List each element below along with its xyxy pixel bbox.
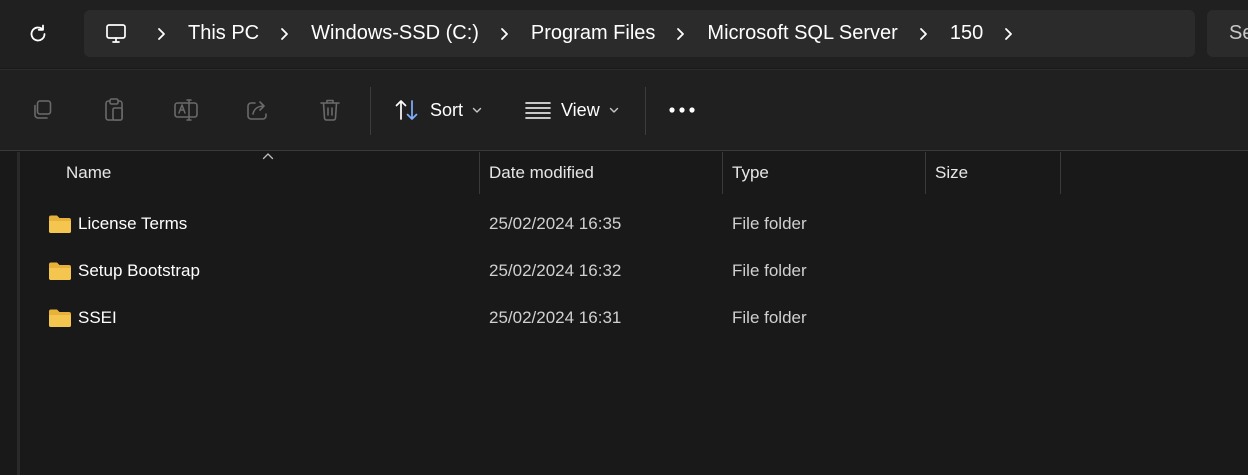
column-header-row: Name Date modified Type Size: [20, 152, 1248, 194]
folder-icon: [48, 308, 72, 328]
share-icon[interactable]: [243, 95, 273, 125]
chevron-right-icon[interactable]: [271, 20, 299, 48]
chevron-right-icon[interactable]: [995, 20, 1023, 48]
file-type: File folder: [732, 308, 807, 327]
breadcrumb-windows-ssd[interactable]: Windows-SSD (C:): [307, 22, 483, 45]
more-options-button[interactable]: [668, 90, 696, 130]
sort-icon: [395, 100, 418, 120]
breadcrumb-microsoft-sql-server[interactable]: Microsoft SQL Server: [703, 22, 901, 45]
view-list-icon: [525, 102, 551, 119]
file-date-modified: 25/02/2024 16:31: [489, 308, 622, 327]
breadcrumb-150[interactable]: 150: [946, 22, 987, 45]
chevron-down-icon: [472, 107, 482, 114]
file-type: File folder: [732, 214, 807, 233]
file-type: File folder: [732, 261, 807, 280]
chevron-right-icon[interactable]: [910, 20, 938, 48]
column-divider[interactable]: [479, 152, 480, 194]
folder-icon: [48, 261, 72, 281]
column-header-date-modified[interactable]: Date modified: [489, 152, 721, 194]
file-date-modified: 25/02/2024 16:35: [489, 214, 622, 233]
paste-icon[interactable]: [99, 95, 129, 125]
file-row[interactable]: SSEI 25/02/2024 16:31 File folder: [20, 296, 1248, 340]
column-header-type[interactable]: Type: [732, 152, 924, 194]
address-bar-row: This PC Windows-SSD (C:) Program Files M…: [0, 0, 1248, 68]
refresh-icon: [30, 24, 46, 42]
chevron-right-icon[interactable]: [148, 20, 176, 48]
view-button[interactable]: View: [525, 90, 619, 130]
address-box[interactable]: This PC Windows-SSD (C:) Program Files M…: [84, 10, 1195, 57]
delete-icon[interactable]: [315, 95, 345, 125]
column-header-size[interactable]: Size: [935, 152, 1059, 194]
chevron-down-icon: [609, 107, 619, 114]
column-divider[interactable]: [1060, 152, 1061, 194]
rename-icon[interactable]: [171, 95, 201, 125]
file-row[interactable]: License Terms 25/02/2024 16:35 File fold…: [20, 202, 1248, 246]
command-bar: Sort View: [0, 69, 1248, 151]
column-divider[interactable]: [722, 152, 723, 194]
file-date-modified: 25/02/2024 16:32: [489, 261, 622, 280]
file-row[interactable]: Setup Bootstrap 25/02/2024 16:32 File fo…: [20, 249, 1248, 293]
toolbar-divider: [370, 87, 371, 135]
chevron-right-icon[interactable]: [667, 20, 695, 48]
file-name: SSEI: [78, 308, 117, 327]
file-name: Setup Bootstrap: [78, 261, 200, 280]
more-options-icon: [669, 107, 695, 113]
sort-label: Sort: [430, 99, 464, 120]
folder-icon: [48, 214, 72, 234]
column-divider[interactable]: [925, 152, 926, 194]
breadcrumb-program-files[interactable]: Program Files: [527, 22, 659, 45]
toolbar-divider: [645, 87, 646, 135]
copy-icon[interactable]: [27, 95, 57, 125]
view-label: View: [561, 99, 600, 120]
chevron-right-icon[interactable]: [491, 20, 519, 48]
file-name: License Terms: [78, 214, 188, 233]
column-header-name[interactable]: Name: [66, 152, 478, 194]
breadcrumb-this-pc[interactable]: This PC: [184, 22, 263, 45]
search-input[interactable]: Se: [1207, 10, 1248, 57]
this-pc-icon[interactable]: [102, 20, 130, 48]
sort-button[interactable]: Sort: [394, 90, 482, 130]
refresh-button[interactable]: [22, 18, 54, 50]
